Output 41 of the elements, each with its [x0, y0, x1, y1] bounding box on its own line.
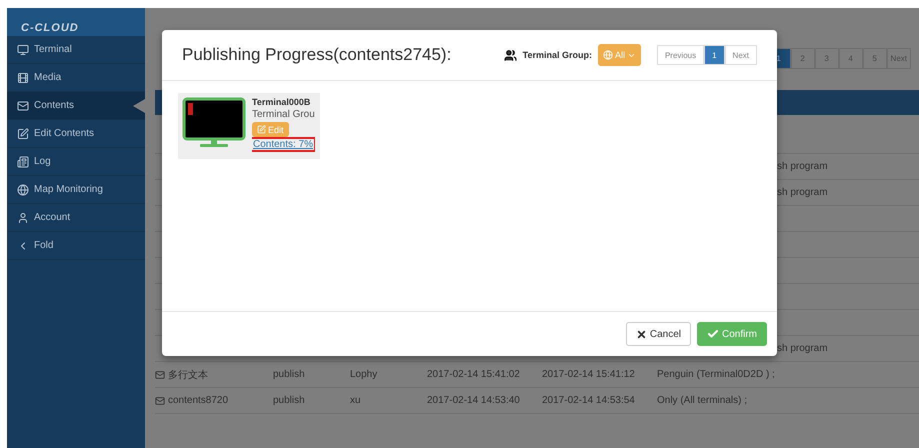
- table-cell-text: Lophy: [350, 369, 378, 380]
- page-button[interactable]: 1: [704, 45, 725, 65]
- users-icon: [504, 48, 517, 62]
- monitor-icon: [17, 44, 29, 56]
- table-cell-text: xu: [350, 395, 362, 406]
- table-cell-text: sh program: [777, 187, 829, 198]
- mail-icon: [17, 100, 29, 112]
- table-cell-text: sh program: [777, 161, 829, 172]
- table-cell-text: Penguin (Terminal0D2D ) ;: [657, 369, 776, 380]
- confirm-button[interactable]: Confirm: [696, 322, 767, 346]
- content-name: 多行文本: [168, 368, 208, 382]
- close-icon: [636, 328, 647, 340]
- globe-icon: [602, 50, 613, 60]
- cancel-button[interactable]: Cancel: [626, 322, 691, 346]
- table-cell-text: 2017-02-14 14:53:54: [542, 395, 636, 406]
- edit-icon: [17, 128, 29, 140]
- previous-button[interactable]: Previous: [656, 45, 704, 65]
- table-cell-text: Only (All terminals) ;: [657, 395, 748, 406]
- table-cell-text: 2017-02-14 14:53:40: [427, 395, 521, 406]
- modal-title: Publishing Progress(contents2745):: [182, 45, 452, 65]
- film-icon: [17, 72, 29, 84]
- group-label: Terminal Group:: [522, 50, 592, 60]
- edit-icon: [257, 125, 266, 134]
- table-cell-text: 2017-02-14 15:41:12: [542, 369, 636, 380]
- logo: C-CLOUD: [7, 8, 145, 36]
- table-cell-text: publish: [273, 369, 306, 380]
- globe-icon: [17, 184, 29, 196]
- terminal-group: Terminal Grou: [252, 109, 315, 120]
- progress-link[interactable]: Contents: 7%: [252, 139, 314, 150]
- table-cell-text: publish: [273, 395, 306, 406]
- terminal-name: Terminal000B: [252, 97, 310, 107]
- mail-icon: [155, 370, 165, 380]
- user-icon: [17, 212, 29, 224]
- newspaper-icon: [17, 156, 29, 168]
- sidebar-item[interactable]: Contents: [7, 92, 145, 120]
- table-cell-text: sh program: [777, 343, 829, 354]
- content-name: contents8720: [168, 395, 228, 406]
- mail-icon: [155, 396, 165, 406]
- next-button[interactable]: Next: [724, 45, 757, 65]
- check-icon: [706, 328, 719, 340]
- table-cell-text: 2017-02-14 15:41:02: [427, 369, 521, 380]
